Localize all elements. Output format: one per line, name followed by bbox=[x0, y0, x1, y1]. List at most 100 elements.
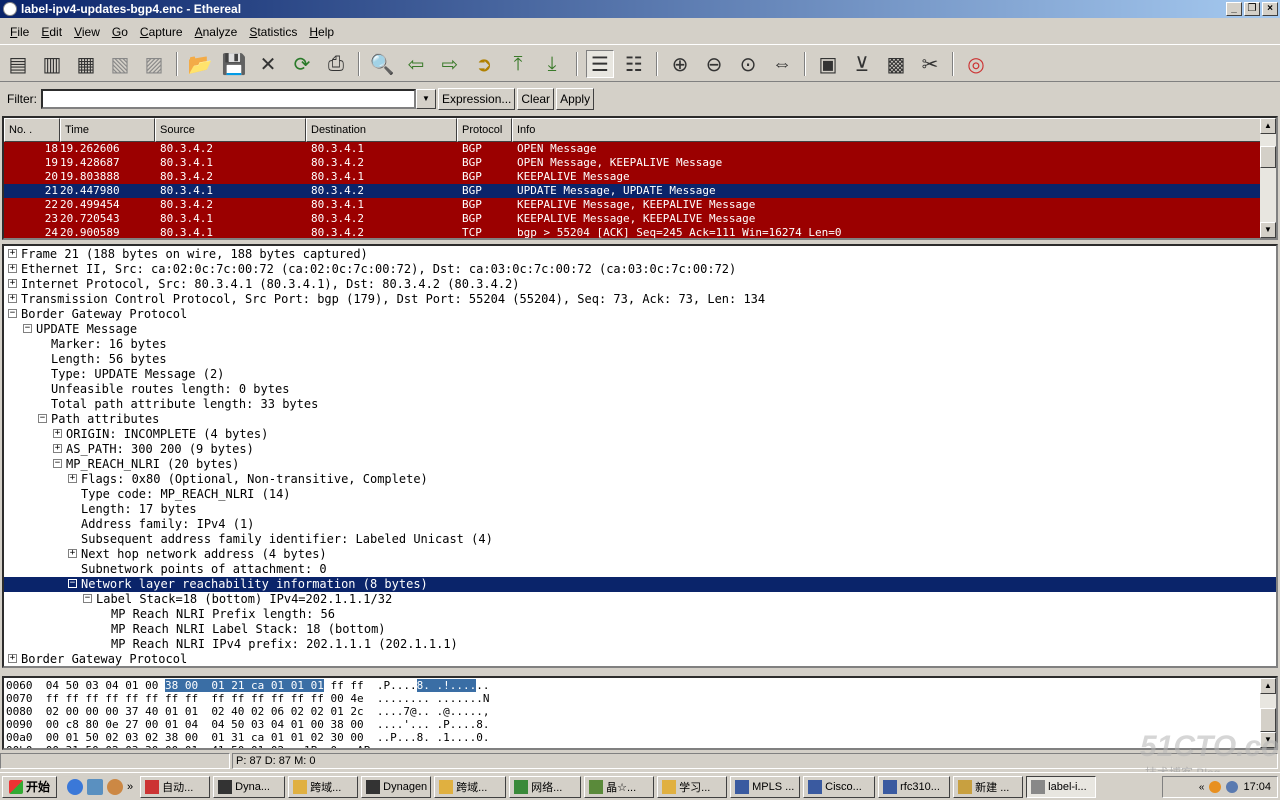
hex-row[interactable]: 0070 ff ff ff ff ff ff ff ff ff ff ff ff… bbox=[6, 692, 489, 705]
expression-button[interactable]: Expression... bbox=[438, 88, 516, 110]
packet-details-pane[interactable]: + Frame 21 (188 bytes on wire, 188 bytes … bbox=[2, 244, 1278, 668]
desktop-icon[interactable] bbox=[87, 778, 104, 795]
expand-icon[interactable]: + bbox=[53, 429, 62, 438]
menu-go[interactable]: Go bbox=[106, 25, 134, 39]
taskbar-button[interactable]: Dyna... bbox=[213, 775, 286, 798]
hex-row[interactable]: 0060 04 50 03 04 01 00 38 00 01 21 ca 01… bbox=[6, 679, 490, 692]
taskbar-button[interactable]: Dynagen bbox=[361, 775, 432, 798]
detail-tree-item[interactable]: + Ethernet II, Src: ca:02:0c:7c:00:72 (ca… bbox=[4, 262, 1276, 277]
expand-icon[interactable]: + bbox=[68, 474, 77, 483]
print-icon[interactable]: ⎙ bbox=[322, 50, 350, 78]
scroll-thumb[interactable] bbox=[1260, 708, 1276, 732]
detail-tree-item[interactable]: Total path attribute length: 33 bytes bbox=[4, 397, 1276, 412]
taskbar-button[interactable]: 网络... bbox=[509, 775, 582, 798]
detail-tree-item[interactable]: Unfeasible routes length: 0 bytes bbox=[4, 382, 1276, 397]
find-packet-icon[interactable]: 🔍 bbox=[368, 50, 396, 78]
interfaces-icon[interactable]: ▤ bbox=[4, 50, 32, 78]
expand-icon[interactable]: + bbox=[53, 444, 62, 453]
go-to-packet-icon[interactable]: ➲ bbox=[470, 50, 498, 78]
packet-list-pane[interactable]: No. . Time Source Destination Protocol I… bbox=[2, 116, 1278, 240]
scroll-up-arrow-icon[interactable]: ▲ bbox=[1260, 118, 1276, 134]
collapse-icon[interactable]: − bbox=[83, 594, 92, 603]
help-icon[interactable]: ◎ bbox=[962, 50, 990, 78]
coloring-rules-icon[interactable]: ▩ bbox=[882, 50, 910, 78]
collapse-icon[interactable]: − bbox=[23, 324, 32, 333]
detail-tree-item[interactable]: MP Reach NLRI Prefix length: 56 bbox=[4, 607, 1276, 622]
detail-tree-item[interactable]: − Label Stack=18 (bottom) IPv4=202.1.1.1/… bbox=[4, 592, 1276, 607]
detail-tree-item[interactable]: + Flags: 0x80 (Optional, Non-transitive, … bbox=[4, 472, 1276, 487]
detail-tree-item[interactable]: − Network layer reachability information … bbox=[4, 577, 1276, 592]
tray-app-icon[interactable] bbox=[1209, 781, 1222, 793]
close-file-icon[interactable]: ✕ bbox=[254, 50, 282, 78]
packet-row[interactable]: 24 20.900589 80.3.4.1 80.3.4.2 TCP bgp > 5520… bbox=[4, 226, 1262, 238]
taskbar-button[interactable]: 跨域... bbox=[288, 775, 359, 798]
auto-scroll-icon[interactable]: ☷ bbox=[620, 50, 648, 78]
detail-tree-item[interactable]: Subsequent address family identifier: La… bbox=[4, 532, 1276, 547]
hex-row[interactable]: 0090 00 c8 80 0e 27 00 01 04 04 50 03 04… bbox=[6, 718, 489, 731]
column-header-protocol[interactable]: Protocol bbox=[457, 118, 512, 142]
tray-expand-icon[interactable]: « bbox=[1199, 782, 1205, 793]
clear-button[interactable]: Clear bbox=[517, 88, 555, 110]
collapse-icon[interactable]: − bbox=[68, 579, 77, 588]
taskbar-button[interactable]: 自动... bbox=[140, 775, 211, 798]
collapse-icon[interactable]: − bbox=[38, 414, 47, 423]
taskbar-button[interactable]: label-i... bbox=[1026, 775, 1097, 798]
display-filters-icon[interactable]: ⊻ bbox=[848, 50, 876, 78]
taskbar-button[interactable]: rfc310... bbox=[878, 775, 951, 798]
packet-row[interactable]: 18 19.262606 80.3.4.2 80.3.4.1 BGP OPEN Messa… bbox=[4, 142, 1262, 156]
hex-row[interactable]: 0080 02 00 00 00 37 40 01 01 02 40 02 06… bbox=[6, 705, 489, 718]
start-capture-icon[interactable]: ▦ bbox=[72, 50, 100, 78]
ie-icon[interactable] bbox=[67, 778, 84, 795]
detail-tree-item[interactable]: + Frame 21 (188 bytes on wire, 188 bytes … bbox=[4, 247, 1276, 262]
detail-tree-item[interactable]: − Path attributes bbox=[4, 412, 1276, 427]
column-header-no[interactable]: No. . bbox=[4, 118, 60, 142]
filter-input[interactable] bbox=[41, 89, 416, 109]
detail-tree-item[interactable]: − MP_REACH_NLRI (20 bytes) bbox=[4, 457, 1276, 472]
column-header-source[interactable]: Source bbox=[155, 118, 306, 142]
detail-tree-item[interactable]: Length: 56 bytes bbox=[4, 352, 1276, 367]
expand-icon[interactable]: + bbox=[8, 294, 17, 303]
open-file-icon[interactable]: 📂 bbox=[186, 50, 214, 78]
detail-tree-item[interactable]: MP Reach NLRI IPv4 prefix: 202.1.1.1 (20… bbox=[4, 637, 1276, 652]
detail-tree-item[interactable]: + Transmission Control Protocol, Src Port… bbox=[4, 292, 1276, 307]
packet-row[interactable]: 23 20.720543 80.3.4.1 80.3.4.2 BGP KEEPALIVE … bbox=[4, 212, 1262, 226]
go-first-icon[interactable]: ⤒ bbox=[504, 50, 532, 78]
normal-size-icon[interactable]: ⊙ bbox=[734, 50, 762, 78]
packet-row[interactable]: 19 19.428687 80.3.4.1 80.3.4.2 BGP OPEN Messa… bbox=[4, 156, 1262, 170]
column-header-time[interactable]: Time bbox=[60, 118, 155, 142]
go-forward-icon[interactable]: ⇨ bbox=[436, 50, 464, 78]
save-file-icon[interactable]: 💾 bbox=[220, 50, 248, 78]
apply-button[interactable]: Apply bbox=[556, 88, 595, 110]
expand-icon[interactable]: + bbox=[8, 264, 17, 273]
menu-statistics[interactable]: Statistics bbox=[243, 25, 303, 39]
detail-tree-item[interactable]: + Border Gateway Protocol bbox=[4, 652, 1276, 666]
resize-columns-icon[interactable]: ⇔ bbox=[768, 50, 796, 78]
taskbar-button[interactable]: 跨域... bbox=[434, 775, 507, 798]
zoom-in-icon[interactable]: ⊕ bbox=[666, 50, 694, 78]
packet-row[interactable]: 22 20.499454 80.3.4.2 80.3.4.1 BGP KEEPALIVE … bbox=[4, 198, 1262, 212]
detail-tree-item[interactable]: + ORIGIN: INCOMPLETE (4 bytes) bbox=[4, 427, 1276, 442]
column-header-destination[interactable]: Destination bbox=[306, 118, 457, 142]
tray-network-icon[interactable] bbox=[1226, 781, 1239, 793]
restart-capture-icon[interactable]: ▨ bbox=[140, 50, 168, 78]
detail-tree-item[interactable]: Type code: MP_REACH_NLRI (14) bbox=[4, 487, 1276, 502]
capture-options-icon[interactable]: ▥ bbox=[38, 50, 66, 78]
detail-tree-item[interactable]: Length: 17 bytes bbox=[4, 502, 1276, 517]
taskbar-button[interactable]: 学习... bbox=[657, 775, 728, 798]
capture-filters-icon[interactable]: ▣ bbox=[814, 50, 842, 78]
packet-list-scrollbar[interactable]: ▲ ▼ bbox=[1260, 118, 1276, 238]
menu-help[interactable]: Help bbox=[303, 25, 340, 39]
detail-tree-item[interactable]: Address family: IPv4 (1) bbox=[4, 517, 1276, 532]
expand-icon[interactable]: + bbox=[8, 279, 17, 288]
scroll-up-arrow-icon[interactable]: ▲ bbox=[1260, 678, 1276, 694]
detail-tree-item[interactable]: + Next hop network address (4 bytes) bbox=[4, 547, 1276, 562]
filter-dropdown-button[interactable]: ▼ bbox=[416, 89, 436, 109]
packet-bytes-pane[interactable]: 0060 04 50 03 04 01 00 38 00 01 21 ca 01… bbox=[2, 676, 1278, 750]
stop-capture-icon[interactable]: ▧ bbox=[106, 50, 134, 78]
menu-view[interactable]: View bbox=[68, 25, 106, 39]
detail-tree-item[interactable]: − UPDATE Message bbox=[4, 322, 1276, 337]
taskbar-button[interactable]: 晶☆... bbox=[584, 775, 655, 798]
taskbar-button[interactable]: Cisco... bbox=[803, 775, 876, 798]
collapse-icon[interactable]: − bbox=[53, 459, 62, 468]
quick-launch-more-icon[interactable]: » bbox=[127, 781, 133, 793]
